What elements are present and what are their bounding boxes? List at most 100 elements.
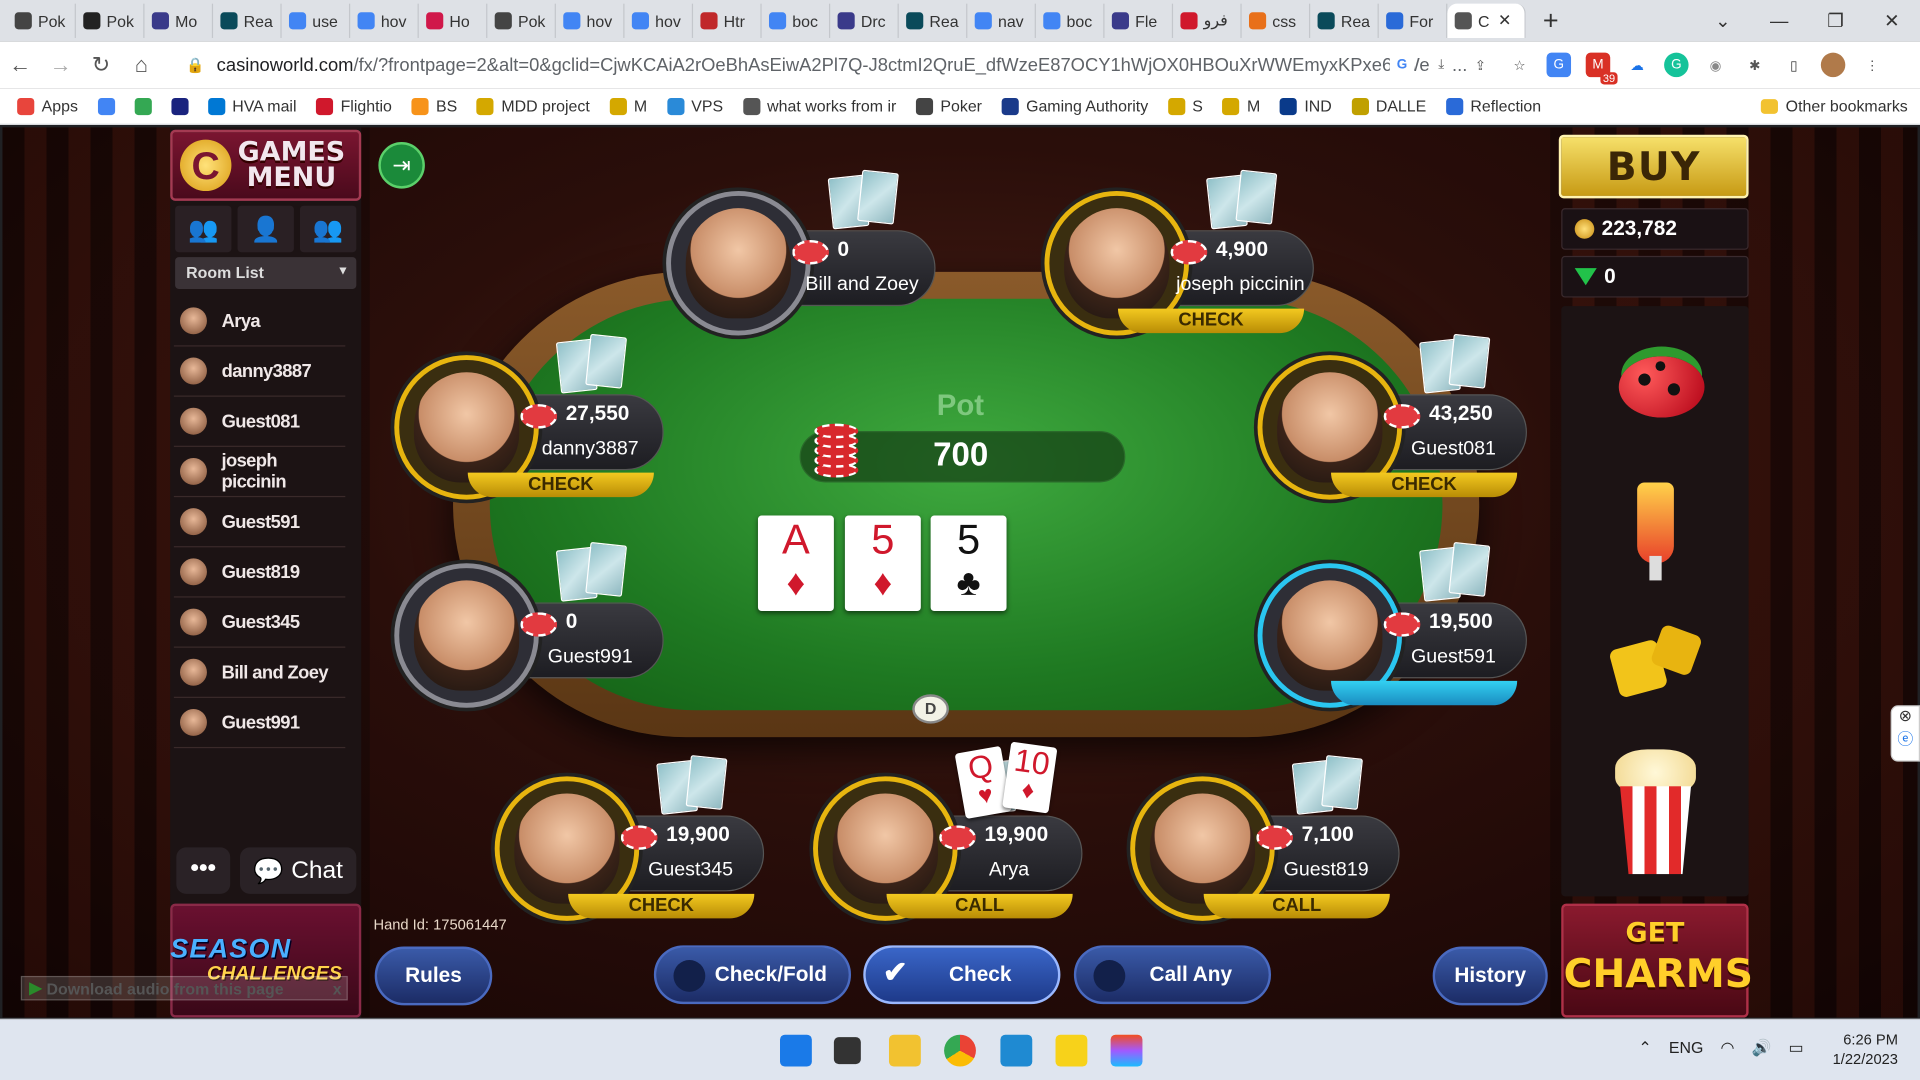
bookmark-item[interactable]: S	[1167, 97, 1203, 115]
minimize-icon[interactable]: —	[1751, 0, 1807, 42]
browser-tab[interactable]: For	[1379, 3, 1448, 38]
call-any-button[interactable]: Call Any	[1073, 945, 1272, 1005]
player-seat[interactable]: 19,900 Arya CALL	[813, 754, 1095, 923]
extensions-puzzle-icon[interactable]: ✱	[1742, 52, 1767, 78]
ladybug-gift-icon[interactable]	[1594, 338, 1729, 436]
history-button[interactable]: History	[1432, 946, 1548, 1006]
chat-button[interactable]: 💬 Chat	[240, 847, 357, 894]
chrome-icon[interactable]	[944, 1034, 976, 1067]
file-explorer-icon[interactable]	[888, 1034, 921, 1067]
player-list-item[interactable]: Guest991	[173, 698, 346, 749]
check-button[interactable]: ✔ Check	[863, 945, 1061, 1005]
figma-icon[interactable]	[1110, 1034, 1143, 1067]
player-seat[interactable]: 19,500 Guest591	[1257, 541, 1540, 710]
player-list-item[interactable]: Arya	[173, 296, 346, 347]
player-seat[interactable]: 0 Bill and Zoey	[666, 169, 948, 338]
translate-icon[interactable]: G	[1546, 52, 1572, 78]
browser-tab[interactable]: Rea	[213, 3, 282, 38]
buy-button[interactable]: BUY	[1558, 134, 1749, 199]
browser-tab[interactable]: css	[1242, 3, 1311, 38]
download-audio-bar[interactable]: ▶ Download audio from this page x	[20, 975, 348, 1001]
close-circle-icon[interactable]: ⊗	[1892, 707, 1919, 727]
forward-icon[interactable]: →	[40, 52, 80, 78]
other-bookmarks[interactable]: Other bookmarks	[1761, 97, 1908, 115]
google-lens-icon[interactable]: G	[1389, 52, 1415, 78]
bookmark-item[interactable]	[97, 97, 115, 115]
get-charms-button[interactable]: GET CHARMS	[1561, 903, 1753, 1018]
games-menu-button[interactable]: C GAMES MENU	[170, 129, 362, 201]
browser-tab[interactable]: hov	[350, 3, 419, 38]
close-tab-icon[interactable]: ✕	[1498, 11, 1511, 31]
player-list-item[interactable]: Bill and Zoey	[173, 648, 346, 698]
bookmark-item[interactable]: VPS	[666, 97, 723, 115]
bookmark-item[interactable]	[170, 97, 189, 115]
volume-icon[interactable]: 🔊	[1752, 1038, 1772, 1058]
check-fold-button[interactable]: Check/Fold	[653, 945, 852, 1005]
player-list-item[interactable]: Guest345	[173, 598, 346, 648]
browser-tab[interactable]: boc	[1036, 3, 1105, 38]
rules-button[interactable]: Rules	[374, 946, 493, 1006]
restore-icon[interactable]: ❐	[1807, 0, 1863, 42]
kebab-menu-icon[interactable]: ⋮	[1860, 52, 1885, 78]
player-list-item[interactable]: joseph piccinin	[173, 447, 346, 498]
bookmark-item[interactable]: M	[1222, 97, 1260, 115]
bookmark-item[interactable]: BS	[411, 97, 457, 115]
bookmark-item[interactable]: Reflection	[1445, 97, 1541, 115]
browser-tab[interactable]: Drc	[830, 3, 899, 38]
exit-table-icon[interactable]: ⇥	[378, 142, 425, 189]
player-list-item[interactable]: Guest819	[173, 547, 346, 598]
vscode-icon[interactable]	[1000, 1034, 1033, 1067]
room-list-select[interactable]: Room List ▼	[175, 257, 357, 289]
browser-tab[interactable]: hov	[624, 3, 694, 38]
player-list-item[interactable]: danny3887	[173, 347, 346, 397]
browser-tab[interactable]: C ✕	[1447, 3, 1526, 38]
bookmark-item[interactable]	[134, 97, 152, 115]
room-players-icon[interactable]: 👥	[175, 205, 232, 253]
gmail-extension-icon[interactable]: M 39	[1585, 52, 1618, 85]
e-circle-icon[interactable]: ⓔ	[1892, 726, 1919, 749]
close-window-icon[interactable]: ✕	[1864, 0, 1920, 42]
grammarly-icon[interactable]: G	[1664, 52, 1689, 78]
popcorn-gift-icon[interactable]	[1594, 740, 1716, 887]
bookmark-item[interactable]: M	[609, 97, 647, 115]
player-list-item[interactable]: Guest081	[173, 397, 346, 447]
browser-tab[interactable]: use	[282, 3, 351, 38]
download-bar-close[interactable]: x	[333, 979, 342, 997]
bookmark-item[interactable]: IND	[1279, 97, 1332, 115]
bookmark-item[interactable]: Flightio	[316, 97, 392, 115]
player-seat[interactable]: 27,550 danny3887 CHECK	[394, 333, 676, 502]
dice-gift-icon[interactable]	[1594, 620, 1716, 718]
browser-tab[interactable]: hov	[556, 3, 625, 38]
share-icon[interactable]: ⇪	[1468, 52, 1493, 78]
browser-tab[interactable]: Ho	[419, 3, 488, 38]
bookmark-star-icon[interactable]: ☆	[1507, 52, 1532, 78]
home-icon[interactable]: ⌂	[121, 52, 161, 78]
install-icon[interactable]: ⤓	[1428, 52, 1454, 78]
cloud-icon[interactable]: ☁	[1624, 52, 1650, 78]
windows-start-icon[interactable]	[780, 1034, 812, 1067]
more-options-button[interactable]: •••	[176, 847, 231, 894]
player-seat[interactable]: 43,250 Guest081 CHECK	[1257, 333, 1540, 502]
back-icon[interactable]: ←	[0, 52, 40, 78]
bookmark-item[interactable]: Poker	[915, 97, 982, 115]
browser-tab[interactable]: Fle	[1104, 3, 1174, 38]
bookmark-item[interactable]: HVA mail	[207, 97, 297, 115]
bookmark-item[interactable]: Apps	[17, 97, 78, 115]
bookmark-item[interactable]: MDD project	[476, 97, 590, 115]
browser-tab[interactable]: Mo	[144, 3, 214, 38]
browser-tab[interactable]: Rea	[1310, 3, 1379, 38]
browser-tab[interactable]: nav	[967, 3, 1036, 38]
browser-tab[interactable]: boc	[762, 3, 831, 38]
sidepanel-icon[interactable]: ▯	[1781, 52, 1807, 78]
profile-avatar[interactable]	[1820, 52, 1846, 78]
new-tab-icon[interactable]: +	[1543, 5, 1559, 37]
browser-tab[interactable]: فرو	[1173, 3, 1242, 38]
browser-tab[interactable]: Pok	[76, 3, 145, 38]
tab-search-icon[interactable]: ⌄	[1695, 0, 1751, 42]
language-indicator[interactable]: ENG	[1669, 1038, 1703, 1058]
player-seat[interactable]: 4,900 joseph piccinin CHECK	[1044, 169, 1326, 338]
url-field[interactable]: 🔒 casinoworld.com/fx/?frontpage=2&alt=0&…	[171, 46, 1552, 84]
player-list-item[interactable]: Guest591	[173, 497, 346, 548]
friends-icon[interactable]: 👤	[237, 205, 294, 253]
bookmark-item[interactable]: DALLE	[1351, 97, 1426, 115]
